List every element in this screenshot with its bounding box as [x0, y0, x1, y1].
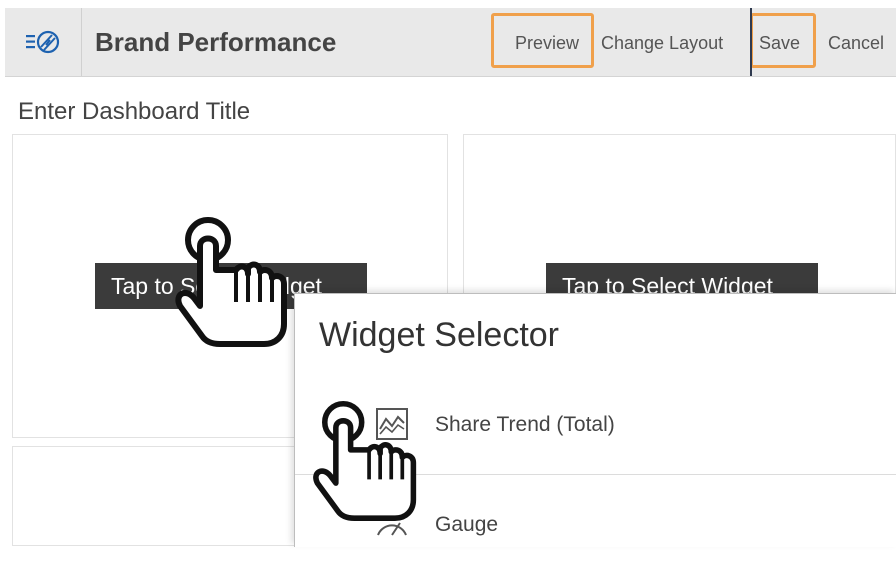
tap-hand-icon — [313, 400, 417, 521]
change-layout-button[interactable]: Change Layout — [601, 28, 723, 58]
widget-option-label: Share Trend (Total) — [435, 413, 615, 436]
menu-button[interactable] — [5, 8, 82, 76]
save-highlight — [750, 13, 816, 68]
top-toolbar: Brand Performance Preview Change Layout … — [0, 0, 896, 78]
widget-option-label: Gauge — [435, 513, 499, 536]
preview-highlight — [491, 13, 594, 68]
tap-hand-icon — [175, 217, 287, 347]
menu-logo-icon — [26, 30, 60, 54]
dashboard-title-input[interactable]: Enter Dashboard Title — [18, 98, 250, 126]
cancel-button[interactable]: Cancel — [828, 28, 884, 58]
page-title: Brand Performance — [95, 27, 337, 57]
toolbar-separator — [750, 8, 752, 76]
widget-selector-title: Widget Selector — [319, 316, 559, 354]
